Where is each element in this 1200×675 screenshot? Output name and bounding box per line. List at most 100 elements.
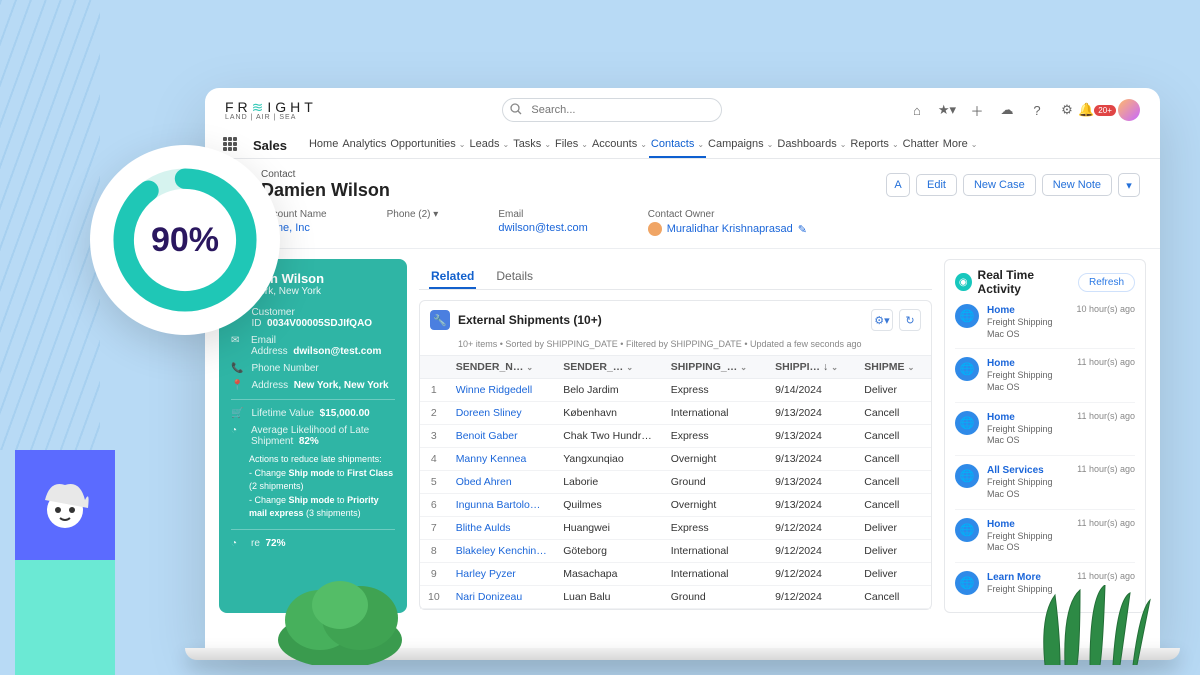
notifications-icon[interactable]: 🔔20+ — [1088, 101, 1106, 119]
add-icon[interactable]: ＋ — [968, 101, 986, 119]
side-address-value: New York, New York — [294, 380, 389, 391]
search-input[interactable] — [502, 98, 722, 122]
nav-item-more[interactable]: More⌄ — [941, 132, 980, 156]
nav-item-tasks[interactable]: Tasks⌄ — [511, 132, 553, 156]
favorite-icon[interactable]: ★▾ — [938, 101, 956, 119]
new-case-button[interactable]: New Case — [963, 174, 1036, 196]
wrench-icon: 🔧 — [430, 310, 450, 330]
owner-label: Contact Owner — [648, 209, 807, 220]
globe-icon: 🌐 — [955, 411, 979, 435]
column-header[interactable]: SENDER_…⌄ — [555, 356, 663, 379]
column-header[interactable]: SHIPPI… ↓⌄ — [767, 356, 856, 379]
donut-percent: 90% — [151, 221, 219, 260]
table-row[interactable]: 7Blithe AuldsHuangweiExpress9/12/2024Del… — [420, 517, 931, 540]
score-value: 72% — [265, 538, 285, 549]
cloud-icon[interactable]: ☁ — [998, 101, 1016, 119]
edit-button[interactable]: Edit — [916, 174, 957, 196]
detail-tabs: Related Details — [419, 259, 932, 290]
nav-item-dashboards[interactable]: Dashboards⌄ — [775, 132, 848, 156]
table-row[interactable]: 4Manny KenneaYangxunqiaoOvernight9/13/20… — [420, 448, 931, 471]
mascot-tile — [15, 450, 115, 560]
global-search — [502, 98, 722, 122]
activity-item[interactable]: 🌐HomeFreight ShippingMac OS11 hour(s) ag… — [955, 403, 1135, 456]
user-avatar[interactable] — [1118, 99, 1140, 121]
nav-item-accounts[interactable]: Accounts⌄ — [590, 132, 649, 156]
phone-label: Phone (2) ▾ — [387, 209, 439, 220]
nav-item-analytics[interactable]: Analytics — [340, 132, 388, 156]
table-row[interactable]: 6Ingunna BartolomieuQuilmesOvernight9/13… — [420, 494, 931, 517]
side-email-value: dwilson@test.com — [293, 346, 381, 357]
app-name: Sales — [253, 138, 287, 153]
email-link[interactable]: dwilson@test.com — [498, 222, 587, 234]
app-launcher-icon[interactable] — [223, 137, 239, 153]
new-note-button[interactable]: New Note — [1042, 174, 1112, 196]
tab-details[interactable]: Details — [494, 265, 535, 289]
table-row[interactable]: 1Winne RidgedellBelo JardimExpress9/14/2… — [420, 379, 931, 402]
globe-icon: 🌐 — [955, 571, 979, 595]
nav-item-reports[interactable]: Reports⌄ — [848, 132, 900, 156]
shipments-table: SENDER_N…⌄SENDER_…⌄SHIPPING_…⌄SHIPPI… ↓⌄… — [420, 355, 931, 609]
nav-item-home[interactable]: Home — [307, 132, 340, 156]
column-header[interactable]: SENDER_N…⌄ — [448, 356, 556, 379]
refresh-button[interactable]: Refresh — [1078, 273, 1135, 292]
gauge-icon: ◔ — [231, 425, 243, 436]
object-label: Contact — [261, 169, 390, 180]
nav-item-files[interactable]: Files⌄ — [553, 132, 590, 156]
table-row[interactable]: 8Blakeley Kenchingt…GöteborgInternationa… — [420, 540, 931, 563]
home-icon[interactable]: ⌂ — [908, 101, 926, 119]
mail-icon: ✉ — [231, 335, 243, 346]
more-actions-button[interactable]: ▾ — [1118, 173, 1140, 197]
customer-id-value: 0034V00005SDJIfQAO — [267, 318, 372, 329]
owner-link[interactable]: Muralidhar Krishnaprasad ✎ — [648, 222, 807, 236]
setup-icon[interactable]: ⚙ — [1058, 101, 1076, 119]
globe-icon: 🌐 — [955, 304, 979, 328]
ai-assist-button[interactable]: A — [886, 173, 910, 197]
column-header[interactable]: SHIPME⌄ — [856, 356, 931, 379]
panel-subtitle: 10+ items • Sorted by SHIPPING_DATE • Fi… — [420, 339, 931, 355]
bush-decoration — [275, 570, 405, 665]
activity-item[interactable]: 🌐HomeFreight ShippingMac OS11 hour(s) ag… — [955, 349, 1135, 402]
phone-icon: 📞 — [231, 363, 243, 374]
search-icon — [510, 103, 522, 115]
help-icon[interactable]: ? — [1028, 101, 1046, 119]
nav-item-campaigns[interactable]: Campaigns⌄ — [706, 132, 775, 156]
table-row[interactable]: 10Nari DonizeauLuan BaluGround9/12/2024C… — [420, 586, 931, 609]
activity-item[interactable]: 🌐HomeFreight ShippingMac OS10 hour(s) ag… — [955, 296, 1135, 349]
app-window: FR≋IGHT LAND | AIR | SEA ⌂ ★▾ ＋ ☁ ? ⚙ 🔔2… — [205, 88, 1160, 648]
late-pct-value: 82% — [299, 436, 319, 447]
email-label: Email — [498, 209, 587, 220]
globe-icon: 🌐 — [955, 518, 979, 542]
activity-item[interactable]: 🌐HomeFreight ShippingMac OS11 hour(s) ag… — [955, 510, 1135, 563]
progress-donut: 90% — [90, 145, 280, 335]
tab-related[interactable]: Related — [429, 265, 476, 289]
top-bar: FR≋IGHT LAND | AIR | SEA ⌂ ★▾ ＋ ☁ ? ⚙ 🔔2… — [205, 88, 1160, 128]
table-row[interactable]: 9Harley PyzerMasachapaInternational9/12/… — [420, 563, 931, 586]
table-row[interactable]: 2Doreen SlineyKøbenhavnInternational9/13… — [420, 402, 931, 425]
activity-icon: ◉ — [955, 273, 972, 291]
panel-settings-button[interactable]: ⚙▾ — [871, 309, 893, 331]
record-header: ◔ Contact Damien Wilson A Edit New Case … — [205, 159, 1160, 249]
table-row[interactable]: 5Obed AhrenLaborieGround9/13/2024Cancell — [420, 471, 931, 494]
panel-title: External Shipments (10+) — [458, 313, 602, 327]
globe-icon: 🌐 — [955, 464, 979, 488]
activity-item[interactable]: 🌐All ServicesFreight ShippingMac OS11 ho… — [955, 456, 1135, 509]
external-shipments-panel: 🔧 External Shipments (10+) ⚙▾ ↻ 10+ item… — [419, 300, 932, 610]
panel-refresh-button[interactable]: ↻ — [899, 309, 921, 331]
decoration-lines — [0, 0, 100, 450]
table-row[interactable]: 3Benoit GaberChak Two Hundre…Express9/13… — [420, 425, 931, 448]
side-phone-label: Phone Number — [251, 363, 318, 374]
nav-item-contacts[interactable]: Contacts⌄ — [649, 132, 706, 158]
owner-avatar-icon — [648, 222, 662, 236]
real-time-activity-panel: ◉ Real Time Activity Refresh 🌐HomeFreigh… — [944, 259, 1146, 613]
nav-item-leads[interactable]: Leads⌄ — [468, 132, 512, 156]
nav-item-opportunities[interactable]: Opportunities⌄ — [388, 132, 467, 156]
grass-decoration — [1035, 585, 1155, 665]
nav-item-chatter[interactable]: Chatter — [901, 132, 941, 156]
pattern-tile — [15, 560, 115, 675]
column-header[interactable]: SHIPPING_…⌄ — [663, 356, 767, 379]
rta-title: Real Time Activity — [978, 268, 1072, 296]
app-nav: Sales HomeAnalyticsOpportunities⌄Leads⌄T… — [205, 128, 1160, 159]
ltv-value: $15,000.00 — [320, 408, 370, 419]
recommended-actions: Actions to reduce late shipments: - Chan… — [231, 453, 395, 521]
location-icon: 📍 — [231, 380, 243, 391]
